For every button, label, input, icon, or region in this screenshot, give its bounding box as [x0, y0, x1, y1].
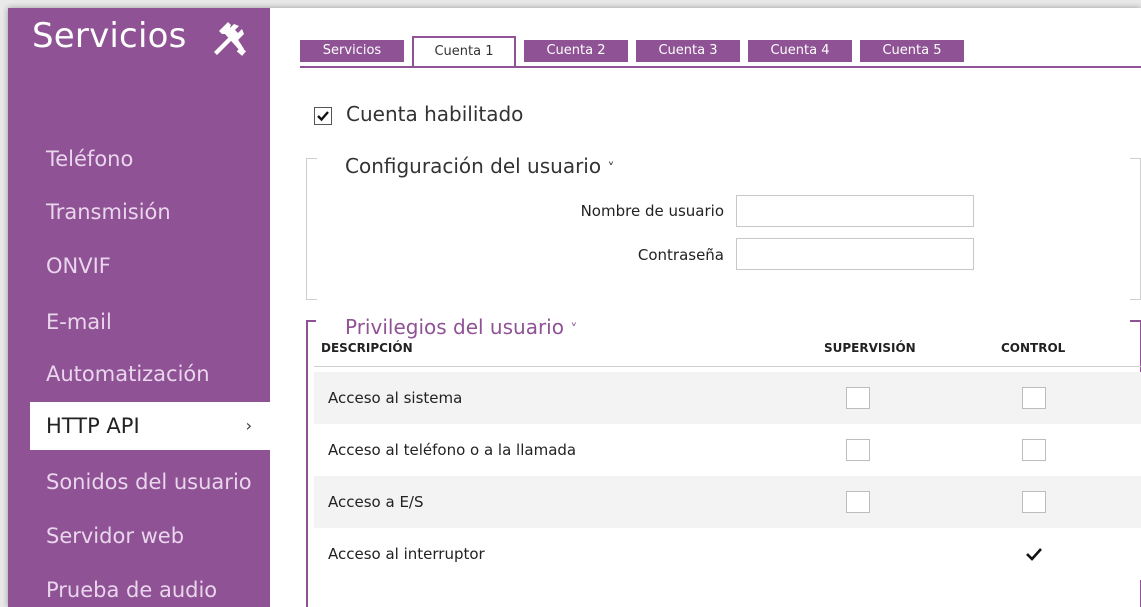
control-checkbox[interactable] — [1022, 387, 1046, 409]
table-header-divider — [314, 366, 1141, 367]
tab-cuenta-3[interactable]: Cuenta 3 — [636, 40, 740, 62]
tab-cuenta-1[interactable]: Cuenta 1 — [412, 36, 516, 66]
chevron-down-icon: ˅ — [570, 322, 578, 338]
tools-icon — [214, 22, 246, 56]
sidebar-item-onvif[interactable]: ONVIF — [8, 242, 270, 290]
account-enabled-label: Cuenta habilitado — [346, 102, 524, 126]
sidebar-item-label: HTTP API — [46, 414, 140, 438]
column-header-supervision: SUPERVISIÓN — [824, 341, 916, 355]
sidebar-item-sonidos[interactable]: Sonidos del usuario — [8, 458, 270, 506]
column-header-control: CONTROL — [1001, 341, 1066, 355]
section-bracket-right — [1130, 158, 1141, 300]
sidebar-item-label: Teléfono — [46, 147, 134, 171]
sidebar-item-transmision[interactable]: Transmisión — [8, 188, 270, 236]
sidebar-item-label: Sonidos del usuario — [46, 470, 252, 494]
user-config-title[interactable]: Configuración del usuario ˅ — [345, 154, 614, 178]
supervision-checkbox[interactable] — [846, 439, 870, 461]
sidebar-item-automatizacion[interactable]: Automatización — [8, 350, 270, 398]
sidebar-item-label: Prueba de audio — [46, 578, 218, 602]
chevron-down-icon: ˅ — [607, 161, 615, 177]
tab-cuenta-4[interactable]: Cuenta 4 — [748, 40, 852, 62]
row-label: Acceso al teléfono o a la llamada — [328, 441, 577, 459]
password-input[interactable] — [736, 238, 974, 270]
password-label: Contraseña — [637, 246, 724, 264]
row-label: Acceso al sistema — [328, 389, 463, 407]
sidebar-item-label: E-mail — [46, 310, 112, 334]
row-label: Acceso al interruptor — [328, 545, 485, 563]
tab-cuenta-5[interactable]: Cuenta 5 — [860, 40, 964, 62]
sidebar-item-email[interactable]: E-mail — [8, 298, 270, 346]
chevron-right-icon: › — [245, 416, 252, 435]
control-checkbox[interactable] — [1022, 491, 1046, 513]
sidebar-title: Servicios — [32, 16, 187, 56]
sidebar-item-label: Automatización — [46, 362, 210, 386]
sidebar: Servicios Teléfono Transmisión ONVIF E-m… — [8, 8, 270, 607]
row-label: Acceso a E/S — [328, 493, 424, 511]
supervision-checkbox[interactable] — [846, 491, 870, 513]
tab-servicios[interactable]: Servicios — [300, 40, 404, 62]
tab-bar: Servicios Cuenta 1 Cuenta 2 Cuenta 3 Cue… — [300, 36, 1141, 68]
control-checkbox[interactable] — [1022, 543, 1046, 565]
control-checkbox[interactable] — [1022, 439, 1046, 461]
checkmark-icon — [317, 111, 329, 122]
sidebar-item-label: Servidor web — [46, 524, 185, 548]
username-input[interactable] — [736, 195, 974, 227]
supervision-checkbox[interactable] — [846, 387, 870, 409]
sidebar-item-prueba-audio[interactable]: Prueba de audio — [8, 566, 270, 607]
sidebar-item-label: Transmisión — [46, 200, 171, 224]
sidebar-item-telefono[interactable]: Teléfono — [8, 135, 270, 183]
app-window: Servicios Teléfono Transmisión ONVIF E-m… — [8, 8, 1141, 607]
table-row: Acceso a E/S — [314, 476, 1141, 528]
table-row: Acceso al teléfono o a la llamada — [314, 424, 1141, 476]
privileges-title[interactable]: Privilegios del usuario ˅ — [345, 315, 577, 339]
column-header-descripcion: DESCRIPCIÓN — [321, 341, 413, 355]
table-row: Acceso al sistema — [314, 372, 1141, 424]
checkmark-icon — [1026, 548, 1042, 561]
sidebar-item-http-api[interactable]: HTTP API › — [30, 402, 270, 450]
account-enabled-checkbox[interactable] — [314, 107, 332, 125]
sidebar-item-label: ONVIF — [46, 254, 111, 278]
sidebar-item-servidor-web[interactable]: Servidor web — [8, 512, 270, 560]
user-config-title-text: Configuración del usuario — [345, 154, 602, 178]
username-label: Nombre de usuario — [580, 202, 724, 220]
privileges-title-text: Privilegios del usuario — [345, 315, 564, 339]
tab-cuenta-2[interactable]: Cuenta 2 — [524, 40, 628, 62]
section-bracket-left — [306, 158, 317, 300]
table-row: Acceso al interruptor — [314, 528, 1141, 580]
